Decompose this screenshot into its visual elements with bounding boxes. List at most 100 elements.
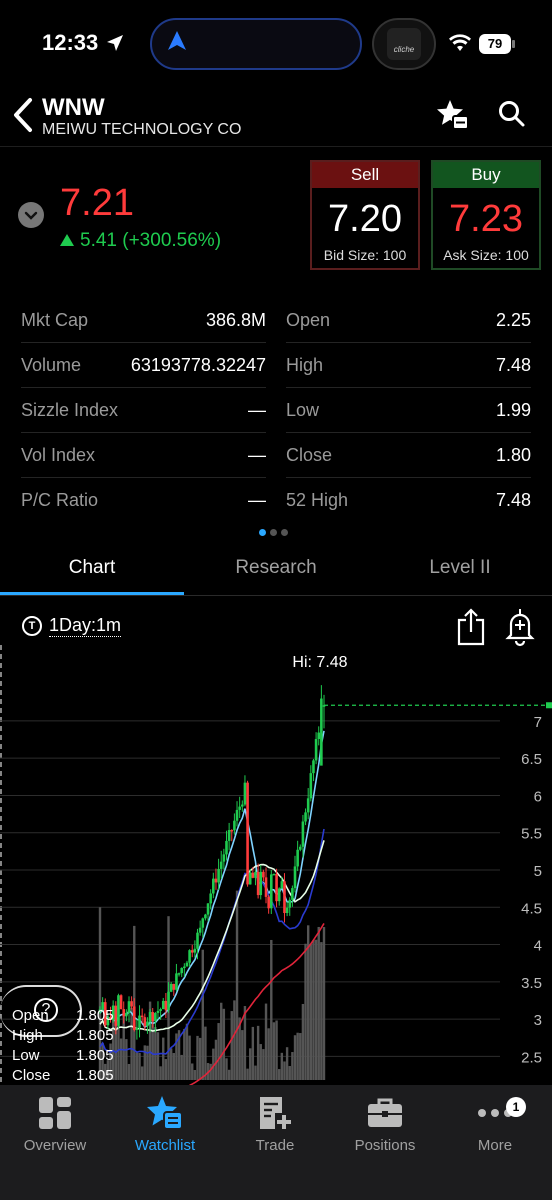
candle-body xyxy=(233,820,236,831)
y-tick-label: 5 xyxy=(534,863,542,880)
stat-value: 7.48 xyxy=(495,355,531,375)
timeframe-icon[interactable]: T xyxy=(22,616,42,636)
volume-bar xyxy=(146,1045,149,1080)
y-tick-label: 7 xyxy=(534,714,542,731)
y-tick-label: 6 xyxy=(534,788,542,805)
candle-body xyxy=(159,1009,162,1011)
nav-watchlist[interactable]: Watchlist xyxy=(110,1093,220,1154)
volume-bar xyxy=(225,1058,228,1080)
stats-page-indicator[interactable] xyxy=(259,523,292,541)
candle-body xyxy=(254,871,257,878)
volume-bar xyxy=(296,1032,299,1080)
candle-body xyxy=(275,873,278,902)
volume-bar xyxy=(204,1026,207,1080)
price-alert-bell-icon[interactable] xyxy=(505,607,535,647)
stat-label: P/C Ratio xyxy=(21,490,99,510)
collapse-quote-button[interactable] xyxy=(18,202,44,228)
add-to-watchlist-star-icon[interactable] xyxy=(436,98,470,132)
ask-size: Ask Size: 100 xyxy=(443,247,529,263)
nav-trade[interactable]: Trade xyxy=(220,1093,330,1154)
volume-bar xyxy=(293,1035,297,1080)
candle-body xyxy=(193,948,197,953)
stat-value: 7.48 xyxy=(495,490,531,510)
candle-body xyxy=(283,881,286,914)
header-divider xyxy=(0,146,552,147)
stat-value: — xyxy=(248,490,266,510)
candle-body xyxy=(204,914,207,919)
volume-bar xyxy=(322,927,326,1080)
candle-body xyxy=(212,878,215,894)
stat-label: 52 High xyxy=(286,490,349,510)
stat-label: Close xyxy=(286,445,333,465)
stat-row: Vol Index — xyxy=(21,433,266,478)
sell-button[interactable]: Sell 7.20 Bid Size: 100 xyxy=(310,160,420,270)
buy-button[interactable]: Buy 7.23 Ask Size: 100 xyxy=(431,160,541,270)
volume-bar xyxy=(125,1039,128,1080)
candle-body xyxy=(246,782,249,885)
up-triangle-icon xyxy=(60,234,74,246)
stat-row: P/C Ratio — xyxy=(21,478,266,523)
candle-body xyxy=(251,872,255,878)
notification-badge: 1 xyxy=(506,1097,526,1117)
volume-bar xyxy=(140,1066,144,1080)
page-dot[interactable] xyxy=(259,529,266,536)
candle-body xyxy=(138,1015,141,1028)
candle-body xyxy=(172,983,176,990)
page-dot[interactable] xyxy=(270,529,277,536)
price-change: 5.41 (+300.56%) xyxy=(60,230,221,252)
ohlc-value: 1.805 xyxy=(76,1047,114,1064)
candle-body xyxy=(206,903,210,915)
nav-more-label: More xyxy=(477,1137,513,1154)
volume-bar xyxy=(209,1063,212,1080)
candle-body xyxy=(267,896,270,909)
watchlist-star-icon xyxy=(147,1096,183,1130)
candle-body xyxy=(280,881,284,889)
candle-body xyxy=(243,782,247,805)
tab-research[interactable]: Research xyxy=(184,557,368,579)
share-icon[interactable] xyxy=(456,608,486,646)
candle-body xyxy=(143,1017,147,1027)
company-name: MEIWU TECHNOLOGY CO xyxy=(42,121,242,138)
back-chevron-icon[interactable] xyxy=(10,96,36,134)
nav-more[interactable]: More 1 xyxy=(440,1093,550,1154)
volume-bar xyxy=(241,1030,244,1080)
trade-ticket-icon xyxy=(260,1097,291,1129)
candle-body xyxy=(256,871,260,896)
tab-level-ii[interactable]: Level II xyxy=(368,557,552,579)
last-price: 7.21 xyxy=(60,182,134,224)
candle-body xyxy=(225,840,228,855)
nav-watchlist-label: Watchlist xyxy=(134,1137,196,1154)
timeframe-selector[interactable]: 1Day:1m xyxy=(49,615,122,637)
page-dot[interactable] xyxy=(281,529,288,536)
candle-body xyxy=(177,973,181,975)
candle-body xyxy=(214,878,218,883)
price-change-value: 5.41 (+300.56%) xyxy=(80,230,222,251)
candle-body xyxy=(151,1012,155,1022)
search-icon[interactable] xyxy=(498,100,526,128)
tab-chart[interactable]: Chart xyxy=(0,557,184,579)
bottom-nav: Overview Watchlist Trade Positions More … xyxy=(0,1085,552,1200)
ohlc-row: High 1.805 xyxy=(12,1026,122,1046)
volume-bar xyxy=(169,1048,173,1080)
chevron-down-icon xyxy=(24,211,38,220)
candle-body xyxy=(146,1021,149,1027)
volume-bar xyxy=(259,1044,262,1080)
candle-body xyxy=(317,732,321,740)
candle-body xyxy=(164,1000,168,1011)
volume-bar xyxy=(314,939,318,1080)
volume-bar xyxy=(156,1032,160,1080)
ohlc-value: 1.805 xyxy=(76,1067,114,1084)
candle-body xyxy=(201,918,205,928)
candle-body xyxy=(209,893,212,904)
y-tick-label: 3.5 xyxy=(521,975,542,992)
ohlc-label: Open xyxy=(12,1007,49,1024)
candle-body xyxy=(238,806,241,810)
nav-overview[interactable]: Overview xyxy=(0,1093,110,1154)
candle-body xyxy=(298,846,302,850)
volume-bar xyxy=(196,1035,199,1080)
wifi-icon xyxy=(449,34,471,51)
volume-bar xyxy=(233,1000,236,1080)
nav-positions[interactable]: Positions xyxy=(330,1093,440,1154)
candle-body xyxy=(259,871,263,896)
candle-body xyxy=(301,821,305,847)
